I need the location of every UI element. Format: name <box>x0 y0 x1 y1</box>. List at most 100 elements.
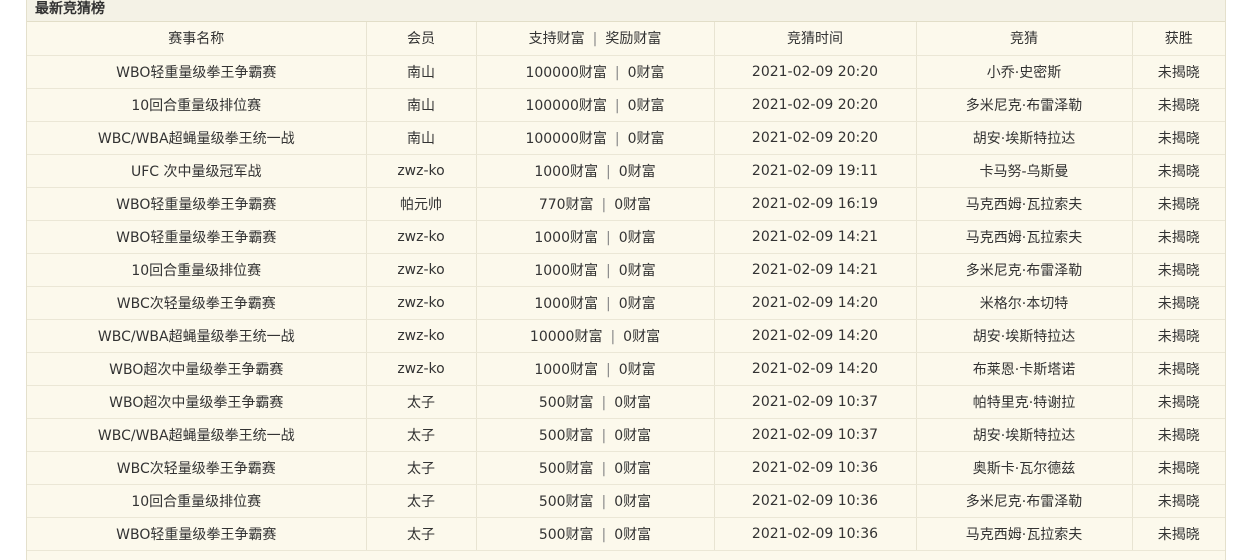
cell-guess: 帕特里克·特谢拉 <box>916 385 1133 419</box>
table-header-row: 赛事名称 会员 支持财富 | 奖励财富 竞猜时间 竞猜 获胜 <box>27 22 1225 56</box>
cell-member: 南山 <box>366 88 477 122</box>
cell-event: WBO超次中量级拳王争霸赛 <box>27 352 367 386</box>
cell-support-reward: 1000财富 | 0财富 <box>476 154 715 188</box>
cell-winner: 未揭晓 <box>1132 88 1225 122</box>
cell-support: 100000财富 <box>525 97 607 114</box>
cell-support-reward: 1000财富 | 0财富 <box>476 220 715 254</box>
cell-support: 500财富 <box>538 460 594 477</box>
cell-separator: | <box>606 229 611 246</box>
cell-support-reward: 500财富 | 0财富 <box>476 451 715 485</box>
cell-winner: 未揭晓 <box>1132 55 1225 89</box>
table-row: WBC/WBA超蝇量级拳王统一战 太子 500财富 | 0财富 2021-02-09 10… <box>27 418 1225 452</box>
cell-event: WBO轻重量级拳王争霸赛 <box>27 220 367 254</box>
cell-reward: 0财富 <box>627 97 665 114</box>
table-row: WBO轻重量级拳王争霸赛 太子 500财富 | 0财富 2021-02-09 10:36 马… <box>27 517 1225 551</box>
cell-winner: 未揭晓 <box>1132 418 1225 452</box>
cell-time: 2021-02-09 19:11 <box>714 154 917 188</box>
cell-event: WBO轻重量级拳王争霸赛 <box>27 55 367 89</box>
cell-support-reward: 1000财富 | 0财富 <box>476 253 715 287</box>
column-header-guess: 竞猜 <box>916 22 1133 56</box>
cell-support-reward: 500财富 | 0财富 <box>476 385 715 419</box>
cell-support-reward: 1000财富 | 0财富 <box>476 286 715 320</box>
cell-support-reward: 500财富 | 0财富 <box>476 418 715 452</box>
cell-member: zwz-ko <box>366 352 477 386</box>
cell-guess: 胡安·埃斯特拉达 <box>916 121 1133 155</box>
cell-separator: | <box>606 295 611 312</box>
cell-winner: 未揭晓 <box>1132 220 1225 254</box>
cell-separator: | <box>614 130 620 147</box>
cell-time: 2021-02-09 20:20 <box>714 121 917 155</box>
table-row: WBO轻重量级拳王争霸赛 南山 100000财富 | 0财富 2021-02-09 20:… <box>27 55 1225 89</box>
cell-winner: 未揭晓 <box>1132 253 1225 287</box>
panel-title: 最新竞猜榜 <box>35 1 105 17</box>
cell-support: 1000财富 <box>534 163 598 180</box>
panel-header: 最新竞猜榜 <box>27 0 1225 22</box>
cell-guess: 胡安·埃斯特拉达 <box>916 418 1133 452</box>
cell-member: zwz-ko <box>366 253 477 287</box>
cell-separator: | <box>601 196 607 213</box>
cell-winner: 未揭晓 <box>1132 451 1225 485</box>
table-row: 10回合重量级排位赛 太子 500财富 | 0财富 2021-02-09 10:36 多米尼… <box>27 484 1225 518</box>
cell-support: 500财富 <box>538 394 594 411</box>
table-row: WBC次轻量级拳王争霸赛 zwz-ko 1000财富 | 0财富 2021-02-09 1… <box>27 286 1225 320</box>
cell-reward: 0财富 <box>618 295 656 312</box>
cell-event: WBC/WBA超蝇量级拳王统一战 <box>27 121 367 155</box>
table-row: 10回合重量级排位赛 南山 100000财富 | 0财富 2021-02-09 20:20… <box>27 88 1225 122</box>
cell-guess: 马克西姆·瓦拉索夫 <box>916 187 1133 221</box>
cell-winner: 未揭晓 <box>1132 319 1225 353</box>
cell-support-reward: 500财富 | 0财富 <box>476 484 715 518</box>
cell-event: WBC次轻量级拳王争霸赛 <box>27 451 367 485</box>
cell-support: 500财富 <box>538 493 594 510</box>
cell-winner: 未揭晓 <box>1132 352 1225 386</box>
cell-reward: 0财富 <box>614 394 652 411</box>
cell-winner: 未揭晓 <box>1132 154 1225 188</box>
cell-reward: 0财富 <box>627 130 665 147</box>
column-header-support-reward: 支持财富 | 奖励财富 <box>476 22 715 56</box>
cell-time: 2021-02-09 20:20 <box>714 88 917 122</box>
cell-guess: 胡安·埃斯特拉达 <box>916 319 1133 353</box>
cell-separator: | <box>614 64 620 81</box>
column-header-event: 赛事名称 <box>27 22 367 56</box>
cell-member: 南山 <box>366 55 477 89</box>
cell-support: 1000财富 <box>534 295 598 312</box>
cell-separator: | <box>614 97 620 114</box>
cell-event: 10回合重量级排位赛 <box>27 253 367 287</box>
cell-separator: | <box>610 328 616 345</box>
table-row: WBC次轻量级拳王争霸赛 太子 500财富 | 0财富 2021-02-09 10:36 奥… <box>27 451 1225 485</box>
cell-event: WBC/WBA超蝇量级拳王统一战 <box>27 418 367 452</box>
cell-support-reward: 100000财富 | 0财富 <box>476 88 715 122</box>
cell-time: 2021-02-09 14:21 <box>714 253 917 287</box>
cell-separator: | <box>601 394 607 411</box>
cell-reward: 0财富 <box>618 163 656 180</box>
cell-support: 10000财富 <box>529 328 603 345</box>
guess-table: 赛事名称 会员 支持财富 | 奖励财富 竞猜时间 竞猜 获胜 WBO轻重量级拳王争霸… <box>27 22 1225 551</box>
cell-time: 2021-02-09 14:20 <box>714 319 917 353</box>
cell-reward: 0财富 <box>614 196 652 213</box>
cell-reward: 0财富 <box>623 328 661 345</box>
cell-time: 2021-02-09 14:21 <box>714 220 917 254</box>
cell-event: WBO轻重量级拳王争霸赛 <box>27 517 367 551</box>
cell-member: 南山 <box>366 121 477 155</box>
cell-separator: | <box>606 163 611 180</box>
cell-member: 太子 <box>366 484 477 518</box>
cell-time: 2021-02-09 14:20 <box>714 286 917 320</box>
cell-support: 1000财富 <box>534 229 598 246</box>
cell-support: 770财富 <box>538 196 594 213</box>
latest-guess-panel: 最新竞猜榜 赛事名称 会员 支持财富 | 奖励财富 竞猜时间 竞猜 获胜 WBO轻重… <box>26 0 1226 560</box>
cell-time: 2021-02-09 14:20 <box>714 352 917 386</box>
cell-support-reward: 500财富 | 0财富 <box>476 517 715 551</box>
cell-separator: | <box>601 493 607 510</box>
cell-event: WBO轻重量级拳王争霸赛 <box>27 187 367 221</box>
column-header-time: 竞猜时间 <box>714 22 917 56</box>
cell-support: 1000财富 <box>534 262 598 279</box>
cell-reward: 0财富 <box>614 427 652 444</box>
cell-winner: 未揭晓 <box>1132 121 1225 155</box>
cell-member: 太子 <box>366 385 477 419</box>
table-row: UFC 次中量级冠军战 zwz-ko 1000财富 | 0财富 2021-02-09 19… <box>27 154 1225 188</box>
cell-guess: 多米尼克·布雷泽勒 <box>916 88 1133 122</box>
table-row: WBO轻重量级拳王争霸赛 zwz-ko 1000财富 | 0财富 2021-02-09 1… <box>27 220 1225 254</box>
cell-support: 500财富 <box>538 526 594 543</box>
table-row: WBO轻重量级拳王争霸赛 帕元帅 770财富 | 0财富 2021-02-09 16:19… <box>27 187 1225 221</box>
cell-guess: 马克西姆·瓦拉索夫 <box>916 517 1133 551</box>
cell-member: zwz-ko <box>366 220 477 254</box>
